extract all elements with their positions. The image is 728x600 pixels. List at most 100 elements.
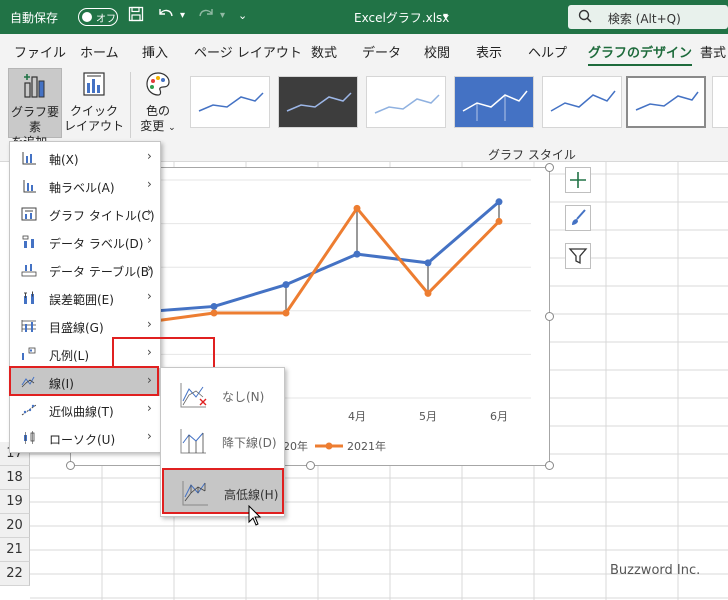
tab-review[interactable]: 校閲 [424,42,450,61]
data-table-icon [21,264,37,277]
row-header[interactable]: 20 [0,514,30,538]
menu-item-gridlines[interactable]: 目盛線(G) › [11,312,160,340]
submenu-item-none[interactable]: なし(N) [162,372,284,418]
legend-marker [325,442,333,450]
tab-chart-design[interactable]: グラフのデザイン [588,42,693,67]
palette-icon [136,70,180,102]
data-point [282,281,290,289]
tab-format[interactable]: 書式 [700,42,726,61]
tab-data[interactable]: データ [362,42,401,61]
file-name[interactable]: Excelグラフ.xlsx [354,9,449,26]
change-colors-button[interactable]: 色の 変更 ⌄ [136,70,180,136]
menu-item-chart-title[interactable]: グラフ タイトル(C) › [11,200,160,228]
ribbon-divider [130,72,131,138]
customize-toolbar-icon[interactable]: ⌄ [238,9,247,22]
search-box[interactable]: 検索 (Alt+Q) [568,5,728,29]
chevron-right-icon: › [147,429,152,443]
chevron-right-icon: › [147,401,152,415]
add-chart-element-button[interactable]: グラフ要素 を追加 ⌄ [8,68,62,149]
none-lines-icon [180,383,207,408]
menu-item-trendline[interactable]: 近似曲線(T) › [11,396,160,424]
tab-formulas[interactable]: 数式 [311,42,337,61]
tab-home[interactable]: ホーム [80,42,119,61]
filename-dropdown-icon[interactable]: ▾ [443,11,448,22]
menu-item-axes[interactable]: 軸(X) › [11,144,160,172]
resize-handle[interactable] [545,312,554,321]
chart-elements-plus-button[interactable] [565,167,591,193]
menu-item-label: 軸ラベル(A) [49,181,115,195]
tab-page-layout[interactable]: ページ レイアウト [194,42,302,61]
tab-insert[interactable]: 挿入 [142,42,168,61]
legend-label: 20年 [283,439,308,453]
trendline-icon [21,404,37,416]
add-element-label-1: グラフ要素 [10,105,59,134]
menu-item-label: 近似曲線(T) [49,405,114,419]
axis-icon [22,152,36,165]
menu-item-error-bars[interactable]: 誤差範囲(E) › [11,284,160,312]
row-header[interactable]: 19 [0,490,30,514]
row-header[interactable]: 22 [0,562,30,586]
legend-icon [22,347,36,360]
quick-layout-icon [64,70,124,102]
chart-styles-brush-button[interactable] [565,205,591,231]
row-header[interactable]: 18 [0,466,30,490]
autosave-state: オフ [96,14,116,25]
resize-handle[interactable] [306,461,315,470]
chevron-right-icon: › [147,317,152,331]
menu-item-data-labels[interactable]: データ ラベル(D) › [11,228,160,256]
filter-icon [568,248,588,265]
lines-submenu: なし(N) 降下線(D) 高低線(H) [160,367,285,517]
data-point [353,204,361,212]
undo-icon[interactable] [156,6,176,26]
autosave-label: 自動保存 [10,11,59,25]
redo-icon[interactable] [196,6,216,26]
chevron-right-icon: › [147,177,152,191]
row-header[interactable]: 21 [0,538,30,562]
submenu-item-label: なし(N) [222,390,265,404]
error-bars-icon [24,291,34,304]
x-tick-label: 5月 [419,410,437,423]
chevron-right-icon: › [147,205,152,219]
chevron-right-icon: › [147,345,152,359]
quick-layout-button[interactable]: クイック レイアウト ⌄ [64,70,124,151]
resize-handle[interactable] [66,461,75,470]
tab-help[interactable]: ヘルプ [528,42,567,61]
save-icon[interactable] [128,6,144,26]
data-point [353,250,361,258]
submenu-item-drop-lines[interactable]: 降下線(D) [162,418,284,464]
chart-style-7[interactable] [712,76,728,128]
resize-handle[interactable] [545,461,554,470]
title-bar: 自動保存 オフ ▾ ▾ ⌄ Excelグラフ.xlsx ▾ 検索 (Alt+Q) [0,0,728,34]
menu-item-label: 目盛線(G) [49,321,104,335]
x-tick-label: 6月 [490,410,508,423]
tab-file[interactable]: ファイル [14,42,66,61]
menu-item-axis-titles[interactable]: 軸ラベル(A) › [11,172,160,200]
chart-style-3[interactable] [366,76,446,128]
chart-style-1[interactable] [190,76,270,128]
drop-lines-icon [180,429,206,454]
data-label-icon [22,235,34,248]
menu-item-label: 誤差範囲(E) [49,293,114,307]
chart-style-2[interactable] [278,76,358,128]
tab-view[interactable]: 表示 [476,42,502,61]
mouse-cursor-icon [248,505,262,526]
change-colors-label-1: 色の [145,104,170,118]
data-point [210,309,218,317]
chart-style-4[interactable] [454,76,534,128]
menu-item-legend[interactable]: 凡例(L) › [11,340,160,368]
chart-style-5[interactable] [542,76,622,128]
chart-style-6[interactable] [626,76,706,128]
updown-bars-icon [24,431,35,444]
submenu-item-high-low-lines[interactable]: 高低線(H) [162,468,284,514]
menu-item-updown-bars[interactable]: ローソク(U) › [11,424,160,452]
chevron-right-icon: › [147,149,152,163]
redo-dropdown-icon[interactable]: ▾ [220,10,225,21]
undo-dropdown-icon[interactable]: ▾ [180,10,185,21]
chart-filters-button[interactable] [565,243,591,269]
gridlines-icon [21,320,36,332]
menu-item-data-table[interactable]: データ テーブル(B) › [11,256,160,284]
autosave-toggle[interactable]: オフ [78,8,118,26]
high-low-lines-icon [182,481,208,506]
data-point [424,259,432,267]
resize-handle[interactable] [545,163,554,172]
